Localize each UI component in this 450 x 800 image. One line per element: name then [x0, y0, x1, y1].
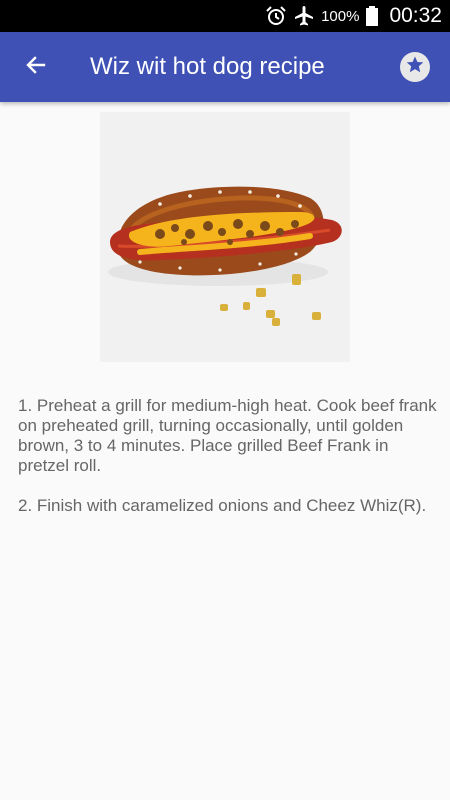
recipe-content: 1. Preheat a grill for medium-high heat.…	[0, 102, 450, 800]
recipe-image	[100, 112, 350, 362]
star-icon	[405, 55, 425, 80]
back-button[interactable]	[14, 45, 58, 89]
arrow-back-icon	[24, 53, 48, 82]
status-bar: 100% 00:32	[0, 0, 450, 32]
clock-time: 00:32	[389, 4, 442, 27]
recipe-steps: 1. Preheat a grill for medium-high heat.…	[18, 396, 442, 536]
app-bar: Wiz wit hot dog recipe	[0, 32, 450, 102]
recipe-step: 1. Preheat a grill for medium-high heat.…	[18, 396, 437, 475]
recipe-step: 2. Finish with caramelized onions and Ch…	[18, 496, 427, 515]
hot-dog-photo	[100, 112, 350, 362]
battery-percent: 100%	[321, 7, 360, 25]
page-title: Wiz wit hot dog recipe	[90, 53, 325, 80]
battery-icon	[365, 5, 379, 27]
airplane-mode-icon	[293, 5, 315, 27]
favorite-button[interactable]	[400, 52, 430, 82]
alarm-icon	[265, 5, 287, 27]
status-icons: 100% 00:32	[265, 0, 442, 32]
